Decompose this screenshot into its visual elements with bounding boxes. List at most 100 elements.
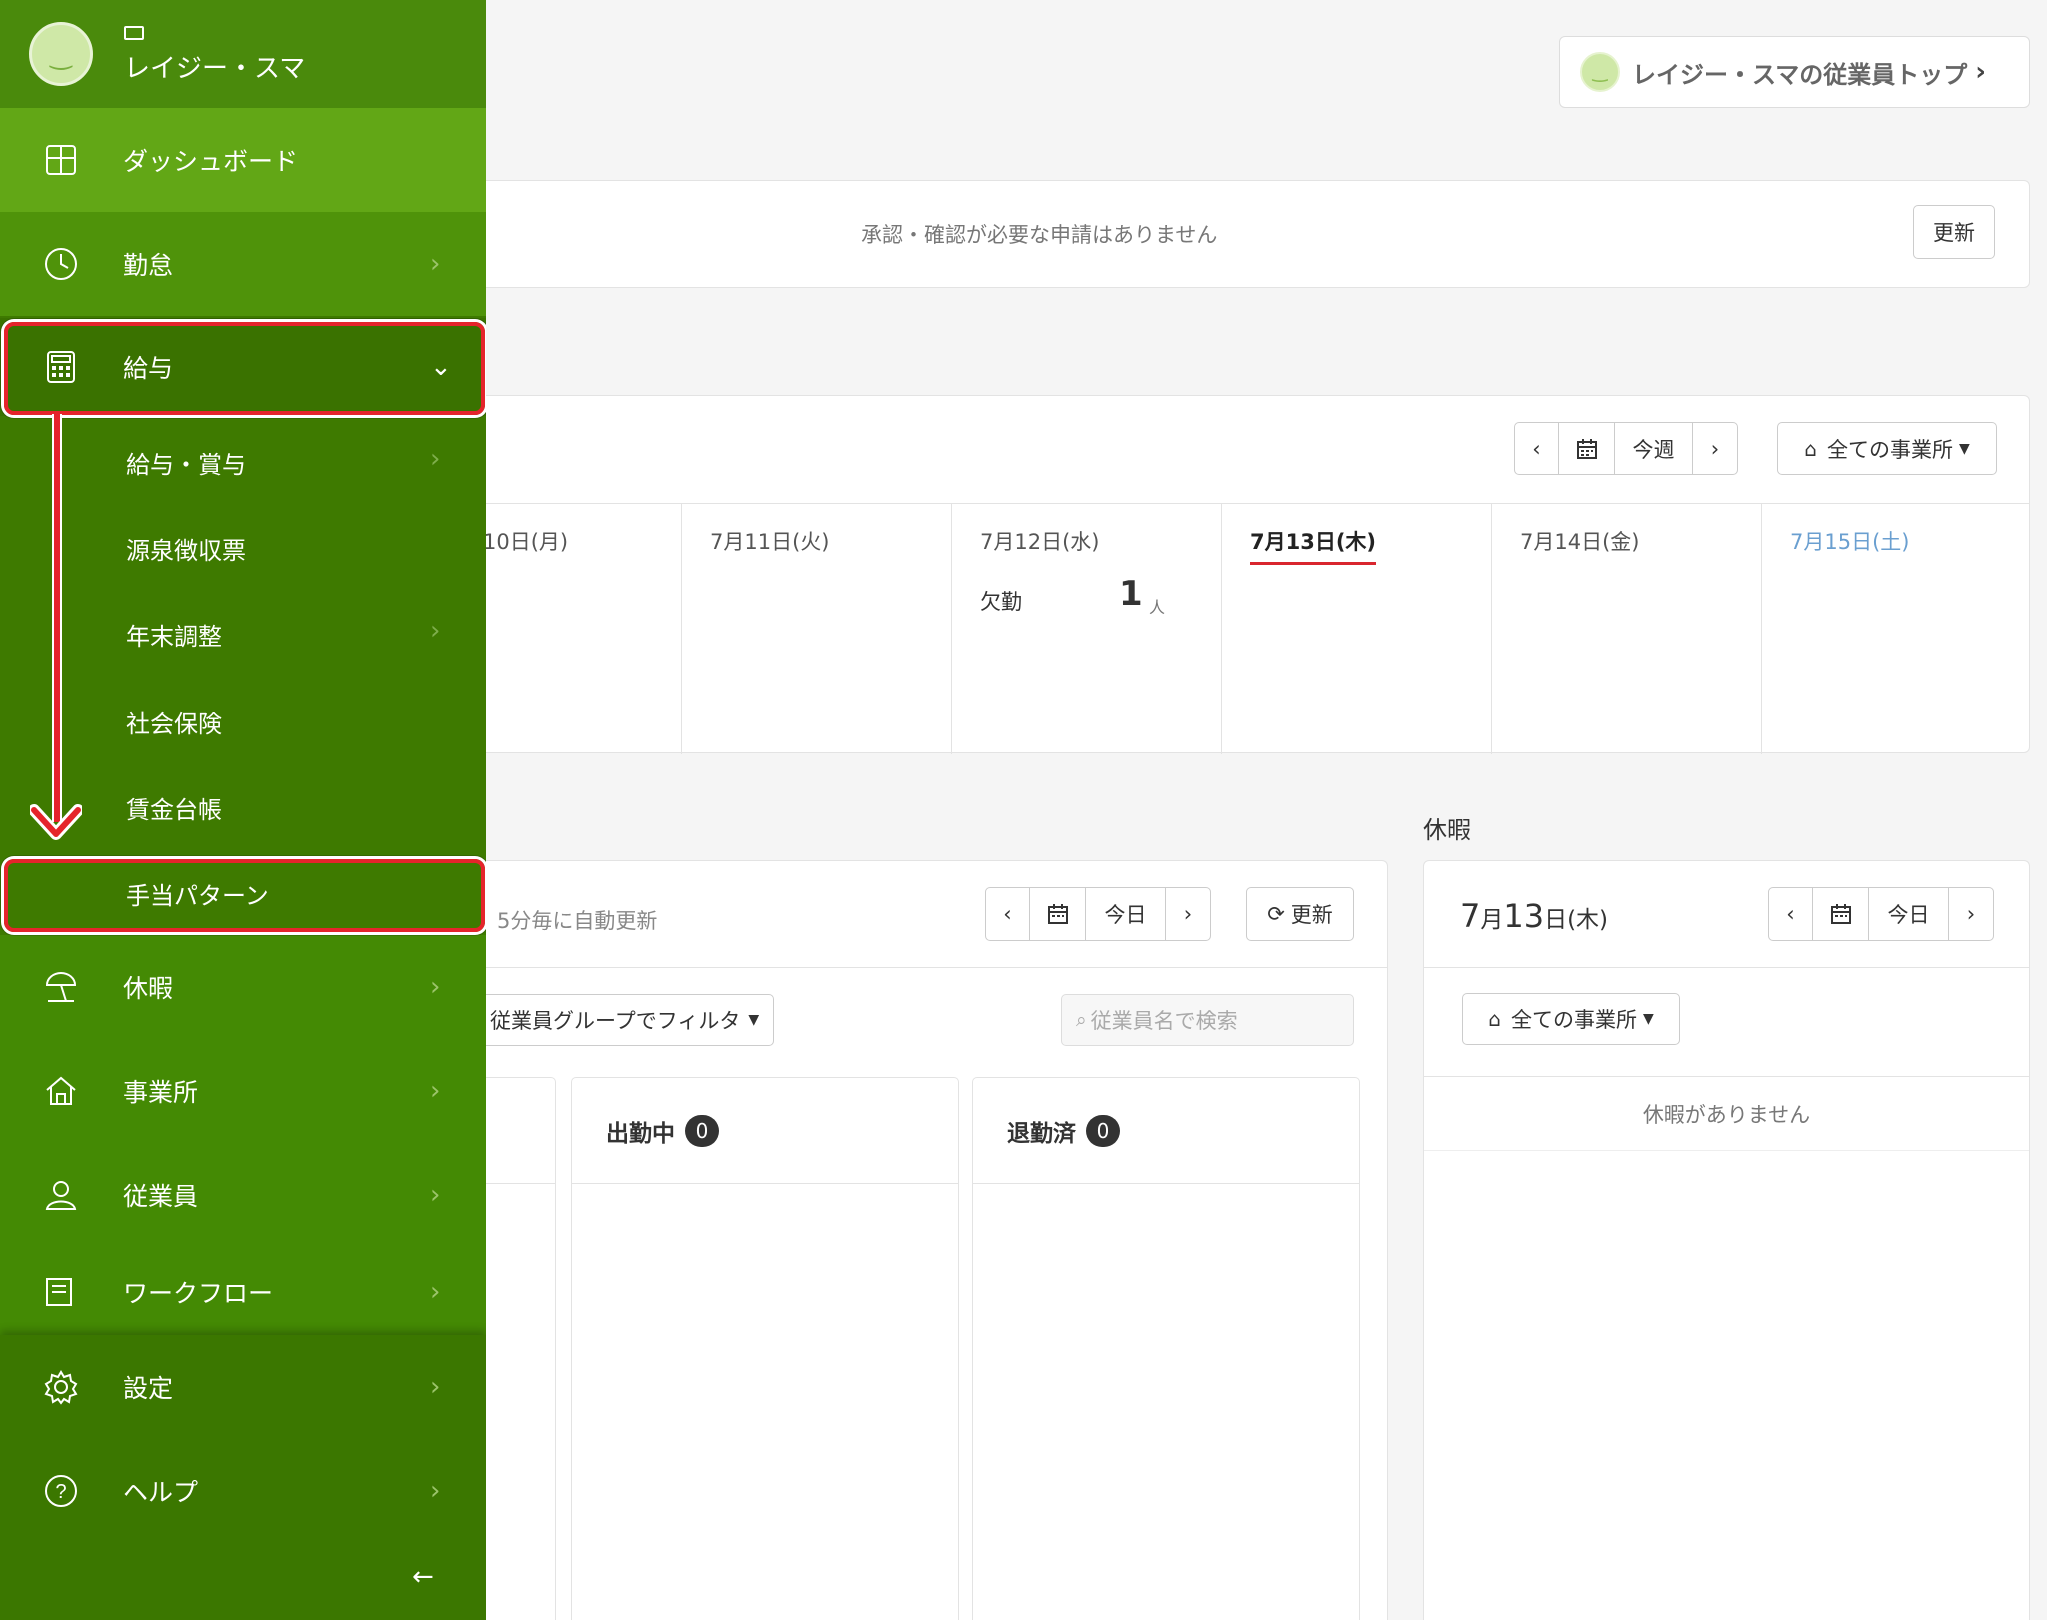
day-label-today: 7月13日(木) [1250, 526, 1377, 565]
highlight-arrowhead-icon [30, 804, 82, 840]
day-cell-wed[interactable]: 7月12日(水) 欠勤 1 人 [952, 504, 1222, 754]
help-icon: ? [42, 1472, 80, 1510]
approval-refresh-button[interactable]: 更新 [1913, 205, 1995, 259]
sidebar-item-dashboard[interactable]: ダッシュボード [0, 108, 486, 212]
approval-message: 承認・確認が必要な申請はありません [861, 223, 1218, 247]
leave-card: 7月13日(木) ‹ 今日 › 休暇がありません [1423, 860, 2030, 1620]
count-badge: 0 [685, 1114, 719, 1147]
next-day-button[interactable]: › [1949, 888, 1993, 940]
sidebar-item-label: 従業員 [123, 1182, 199, 1211]
next-week-button[interactable]: › [1693, 423, 1737, 474]
date-day-suffix: 日(木) [1544, 907, 1609, 933]
prev-week-button[interactable]: ‹ [1515, 423, 1559, 474]
day-cell-tue[interactable]: 7月11日(火) [682, 504, 952, 754]
sidebar-item-attendance[interactable]: 勤怠 › [0, 212, 486, 316]
chevron-right-icon: › [430, 1180, 441, 1210]
leave-office-dropdown[interactable]: ⌂ 全ての事業所 ▼ [1462, 993, 1680, 1045]
office-dropdown-label: 全ての事業所 [1510, 1008, 1637, 1032]
no-leave-message: 休暇がありません [1642, 1103, 1811, 1127]
chevron-right-icon: › [430, 616, 441, 646]
home-icon [42, 1072, 80, 1110]
calendar-icon[interactable] [1813, 888, 1869, 940]
day-cell-sat[interactable]: 7月15日(土) [1762, 504, 2030, 754]
column-header: 出勤中 0 [572, 1078, 958, 1184]
sidebar-item-settings[interactable]: 設定 › [0, 1335, 486, 1439]
employee-top-label: レイジー・スマの従業員トップ [1632, 60, 1968, 89]
column-title: 出勤中 [606, 1120, 675, 1147]
attendance-refresh-button[interactable]: ⟳ 更新 [1246, 887, 1354, 941]
sidebar-item-label: ヘルプ [123, 1478, 199, 1507]
highlight-arrow-line [52, 414, 62, 822]
divider [471, 967, 1387, 968]
home-icon: ⌂ [1488, 1007, 1501, 1031]
absence-unit: 人 [1149, 598, 1166, 617]
caret-down-icon: ▼ [1642, 1011, 1654, 1027]
chevron-right-icon: › [430, 1476, 441, 1506]
sidebar-item-label: ダッシュボード [123, 147, 299, 176]
next-day-button[interactable]: › [1166, 888, 1210, 940]
absence-count: 1 [1119, 574, 1143, 614]
calendar-icon[interactable] [1030, 888, 1086, 940]
sidebar-item-leave[interactable]: 休暇 › [0, 935, 486, 1039]
prev-day-button[interactable]: ‹ [1769, 888, 1813, 940]
divider [1424, 1076, 2029, 1077]
day-label: 7月14日(金) [1520, 530, 1640, 554]
chevron-right-icon: › [430, 1277, 441, 1307]
collapse-sidebar-arrow-icon[interactable]: ← [412, 1562, 434, 1592]
leave-nav-group: ‹ 今日 › [1768, 887, 1994, 941]
sidebar-subitem-withholding[interactable]: 源泉徴収票 [126, 531, 246, 566]
week-day-row: 10日(月) 7月11日(火) 7月12日(水) 欠勤 1 人 7月13日(木)… [471, 503, 2030, 754]
count-badge: 0 [1086, 1114, 1120, 1147]
chevron-right-icon: › [430, 972, 441, 1002]
sidebar-subitem-year-end[interactable]: 年末調整 [126, 617, 222, 652]
auto-refresh-text: 5分毎に自動更新 [497, 909, 658, 933]
sidebar-item-label: ワークフロー [123, 1279, 274, 1308]
umbrella-icon [42, 968, 80, 1006]
column-title: 退勤済 [1007, 1120, 1076, 1147]
group-filter-dropdown[interactable]: 従業員グループでフィルタ ▼ [471, 994, 774, 1046]
highlight-box-allowance-pattern [4, 859, 485, 932]
day-cell-mon[interactable]: 10日(月) [471, 504, 682, 754]
chevron-right-icon: › [430, 1372, 441, 1402]
attendance-card: 5分毎に自動更新 ‹ 今日 › ⟳ 更新 従業員グループでフィルタ ▼ ⌕ 従業… [470, 860, 1388, 1620]
column-left-work: 退勤済 0 [972, 1077, 1360, 1620]
week-nav-group: ‹ 今週 › [1514, 422, 1738, 475]
today-button[interactable]: 今日 [1086, 888, 1166, 940]
sidebar-user[interactable]: レイジー・スマ [0, 0, 486, 108]
sidebar-lower-section: 休暇 › 事業所 › 従業員 › ワークフロー › [0, 935, 486, 1335]
caret-down-icon: ▼ [1958, 440, 1970, 457]
sidebar-item-help[interactable]: ? ヘルプ › [0, 1439, 486, 1543]
day-cell-fri[interactable]: 7月14日(金) [1492, 504, 1762, 754]
refresh-label: 更新 [1290, 903, 1333, 927]
sidebar-subitem-social-insurance[interactable]: 社会保険 [126, 704, 222, 739]
this-week-button[interactable]: 今週 [1615, 423, 1693, 474]
document-edit-icon [42, 1273, 80, 1311]
home-icon: ⌂ [1804, 436, 1817, 461]
sidebar-item-employee[interactable]: 従業員 › [0, 1143, 486, 1247]
employee-top-button[interactable]: レイジー・スマの従業員トップ › [1559, 36, 2030, 108]
sidebar-item-office[interactable]: 事業所 › [0, 1039, 486, 1143]
prev-day-button[interactable]: ‹ [986, 888, 1030, 940]
chevron-right-icon: › [430, 444, 441, 474]
date-month: 7 [1460, 897, 1481, 935]
sidebar-item-workflow[interactable]: ワークフロー › [0, 1240, 486, 1344]
sidebar-item-label: 設定 [123, 1374, 174, 1403]
sidebar-subitem-salary-bonus[interactable]: 給与・賞与 [126, 445, 246, 480]
today-button[interactable]: 今日 [1869, 888, 1949, 940]
employee-search-input[interactable]: ⌕ 従業員名で検索 [1061, 994, 1354, 1046]
office-dropdown[interactable]: ⌂ 全ての事業所 ▼ [1777, 422, 1997, 475]
search-icon: ⌕ [1076, 1009, 1087, 1031]
highlight-box-payroll [4, 322, 485, 415]
calendar-icon[interactable] [1559, 423, 1615, 474]
column-working: 出勤中 0 [571, 1077, 959, 1620]
office-dropdown-label: 全ての事業所 [1826, 437, 1953, 462]
absence-label: 欠勤 [980, 590, 1022, 614]
search-placeholder: 従業員名で検索 [1090, 1009, 1238, 1033]
sidebar-item-label: 休暇 [123, 974, 174, 1003]
date-day: 13 [1503, 897, 1545, 935]
id-card-icon [124, 26, 144, 40]
day-cell-thu[interactable]: 7月13日(木) [1222, 504, 1492, 754]
chevron-right-icon: › [430, 1076, 441, 1106]
sidebar-subitem-wage-ledger[interactable]: 賃金台帳 [126, 790, 222, 825]
day-label: 7月11日(火) [710, 530, 830, 554]
